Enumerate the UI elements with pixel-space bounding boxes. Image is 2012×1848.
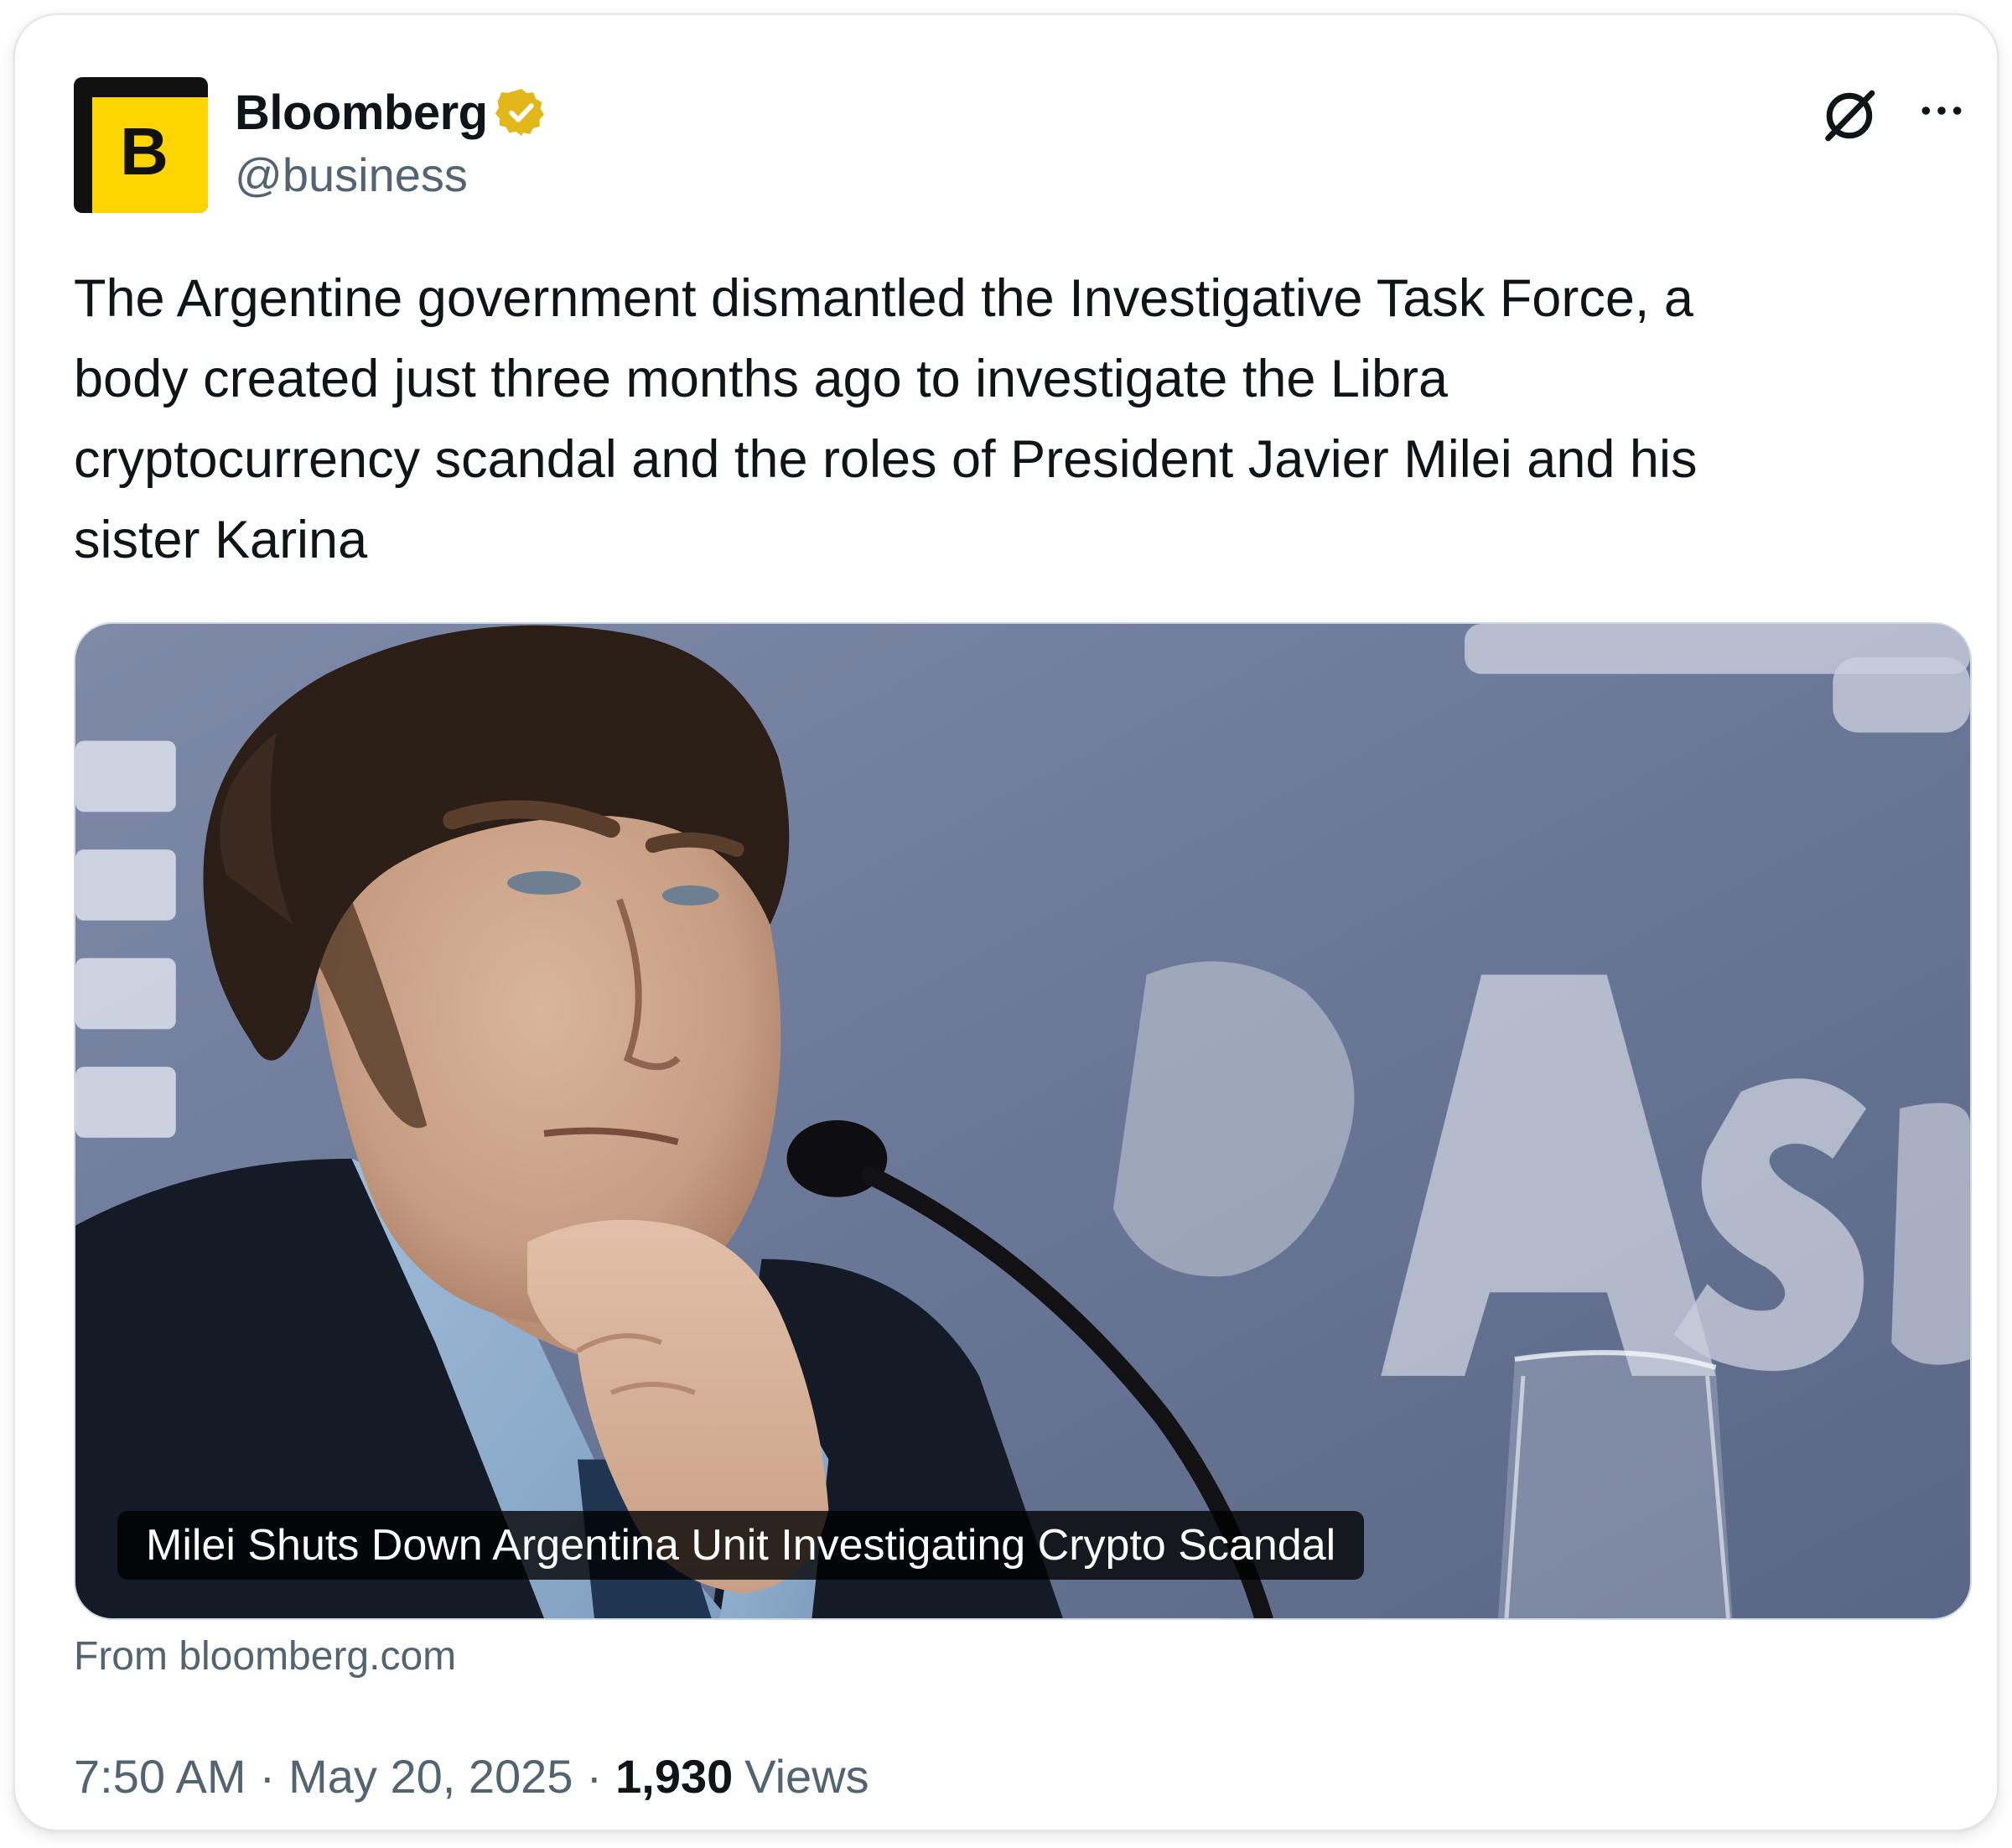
views-label: Views	[744, 1750, 869, 1803]
author-display-name[interactable]: Bloomberg	[235, 85, 488, 141]
verified-badge-icon[interactable]	[495, 86, 548, 139]
author-handle[interactable]: @business	[235, 148, 468, 202]
avatar-letter: B	[120, 114, 169, 189]
more-horizontal-icon[interactable]	[1911, 84, 1972, 138]
views-count: 1,930	[615, 1750, 734, 1803]
grok-icon[interactable]	[1818, 84, 1881, 148]
link-card-image[interactable]: Milei Shuts Down Argentina Unit Investig…	[74, 622, 1972, 1620]
tweet-date[interactable]: May 20, 2025	[288, 1749, 573, 1804]
meta-separator: ·	[259, 1750, 276, 1803]
link-card-title: Milei Shuts Down Argentina Unit Investig…	[117, 1511, 1365, 1580]
link-card-source[interactable]: From bloomberg.com	[74, 1633, 456, 1679]
author-name-row: Bloomberg	[235, 80, 548, 144]
tweet-meta: 7:50 AM · May 20, 2025 · 1,930 Views	[74, 1749, 869, 1804]
tweet-time[interactable]: 7:50 AM	[74, 1749, 246, 1804]
article-photo	[75, 624, 1970, 1618]
tweet-card: B Bloomberg @business The Argentine gove…	[13, 13, 1999, 1831]
meta-separator: ·	[586, 1750, 603, 1803]
avatar[interactable]: B	[74, 77, 208, 213]
tweet-text: The Argentine government dismantled the …	[74, 269, 1698, 569]
